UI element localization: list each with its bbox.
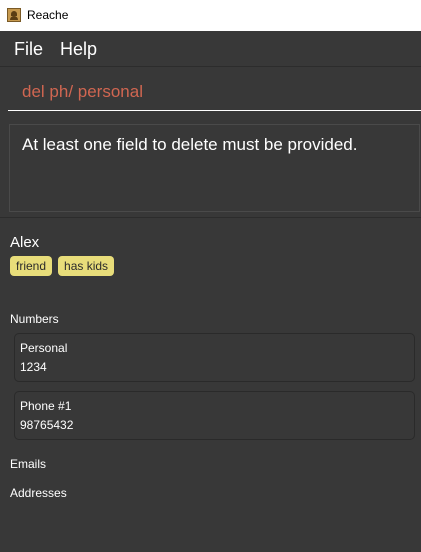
number-card: Phone #1 98765432	[14, 391, 415, 440]
command-box[interactable]	[8, 72, 421, 111]
number-label: Personal	[20, 341, 68, 355]
menu-file[interactable]: File	[14, 38, 43, 60]
tag-friend: friend	[10, 256, 53, 276]
menu-bar: File Help	[0, 31, 421, 66]
divider	[0, 66, 421, 67]
number-label: Phone #1	[20, 399, 72, 413]
window-title: Reache	[27, 8, 69, 22]
tag-has-kids: has kids	[58, 256, 115, 276]
person-name: Alex	[10, 234, 40, 251]
number-card: Personal 1234	[14, 333, 415, 382]
result-message: At least one field to delete must be pro…	[22, 135, 358, 154]
tag-list: friend has kids	[10, 256, 115, 276]
numbers-section-label: Numbers	[10, 312, 59, 326]
command-input[interactable]	[22, 81, 402, 103]
emails-section-label: Emails	[10, 457, 47, 471]
divider	[0, 217, 421, 218]
result-display: At least one field to delete must be pro…	[9, 124, 420, 212]
number-value: 1234	[20, 360, 47, 374]
title-bar: Reache	[0, 0, 421, 31]
number-value: 98765432	[20, 418, 74, 432]
addresses-section-label: Addresses	[10, 486, 67, 500]
contact-book-icon	[7, 8, 21, 22]
menu-help[interactable]: Help	[60, 38, 97, 60]
app-window: Reache File Help At least one field to d…	[0, 0, 421, 552]
